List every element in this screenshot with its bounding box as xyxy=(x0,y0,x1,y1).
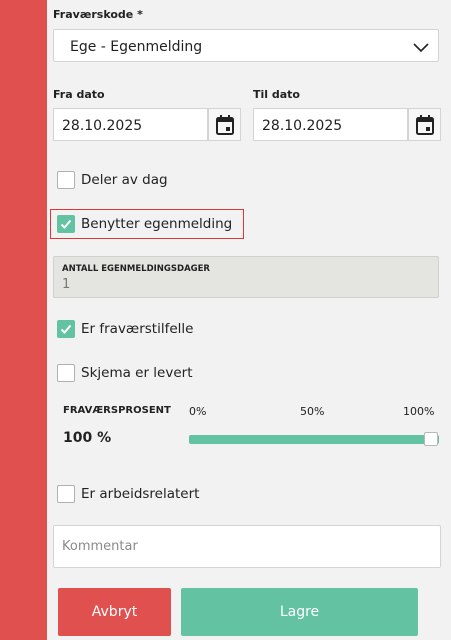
form-delivered-checkbox[interactable] xyxy=(57,364,75,382)
absence-case-checkbox[interactable] xyxy=(57,320,75,338)
to-date-value: 28.10.2025 xyxy=(262,118,343,134)
side-panel xyxy=(0,0,47,640)
absence-percent-value: 100 % xyxy=(63,430,112,446)
check-icon xyxy=(60,324,72,334)
absence-code-label: Fraværskode * xyxy=(53,8,143,21)
absence-code-select[interactable]: Ege - Egenmelding xyxy=(53,29,439,62)
partial-day-checkbox[interactable] xyxy=(57,171,75,189)
work-related-label[interactable]: Er arbeidsrelatert xyxy=(81,486,199,502)
save-button[interactable]: Lagre xyxy=(181,588,418,636)
self-cert-days-value: 1 xyxy=(62,277,71,292)
self-certification-checkbox[interactable] xyxy=(57,215,75,233)
chevron-down-icon xyxy=(412,39,430,53)
absence-form: Fraværskode * Ege - Egenmelding Fra dato… xyxy=(47,0,451,640)
to-date-label: Til dato xyxy=(253,88,300,101)
slider-tick-100: 100% xyxy=(403,405,435,418)
absence-percent-label: FRAVÆRSPROSENT xyxy=(63,405,171,416)
from-date-value: 28.10.2025 xyxy=(62,118,143,134)
absence-percent-slider-handle[interactable] xyxy=(424,432,438,446)
self-cert-days-label: ANTALL EGENMELDINGSDAGER xyxy=(62,264,210,274)
absence-case-label[interactable]: Er fraværstilfelle xyxy=(81,321,193,337)
comment-input[interactable] xyxy=(53,525,441,568)
self-certification-label[interactable]: Benytter egenmelding xyxy=(81,216,232,232)
absence-percent-slider-track[interactable] xyxy=(189,435,439,444)
absence-code-value: Ege - Egenmelding xyxy=(70,39,203,55)
calendar-icon xyxy=(216,115,234,135)
slider-tick-0: 0% xyxy=(189,405,207,418)
from-date-calendar-button[interactable] xyxy=(208,108,241,141)
partial-day-label[interactable]: Deler av dag xyxy=(81,172,168,188)
form-delivered-label[interactable]: Skjema er levert xyxy=(81,365,193,381)
slider-tick-50: 50% xyxy=(300,405,325,418)
to-date-input[interactable]: 28.10.2025 xyxy=(253,108,408,141)
cancel-button[interactable]: Avbryt xyxy=(58,588,171,636)
calendar-icon xyxy=(416,115,434,135)
work-related-checkbox[interactable] xyxy=(57,485,75,503)
from-date-label: Fra dato xyxy=(53,88,105,101)
to-date-calendar-button[interactable] xyxy=(408,108,441,141)
check-icon xyxy=(60,219,72,229)
self-cert-days-field: ANTALL EGENMELDINGSDAGER 1 xyxy=(53,256,439,298)
from-date-input[interactable]: 28.10.2025 xyxy=(53,108,208,141)
